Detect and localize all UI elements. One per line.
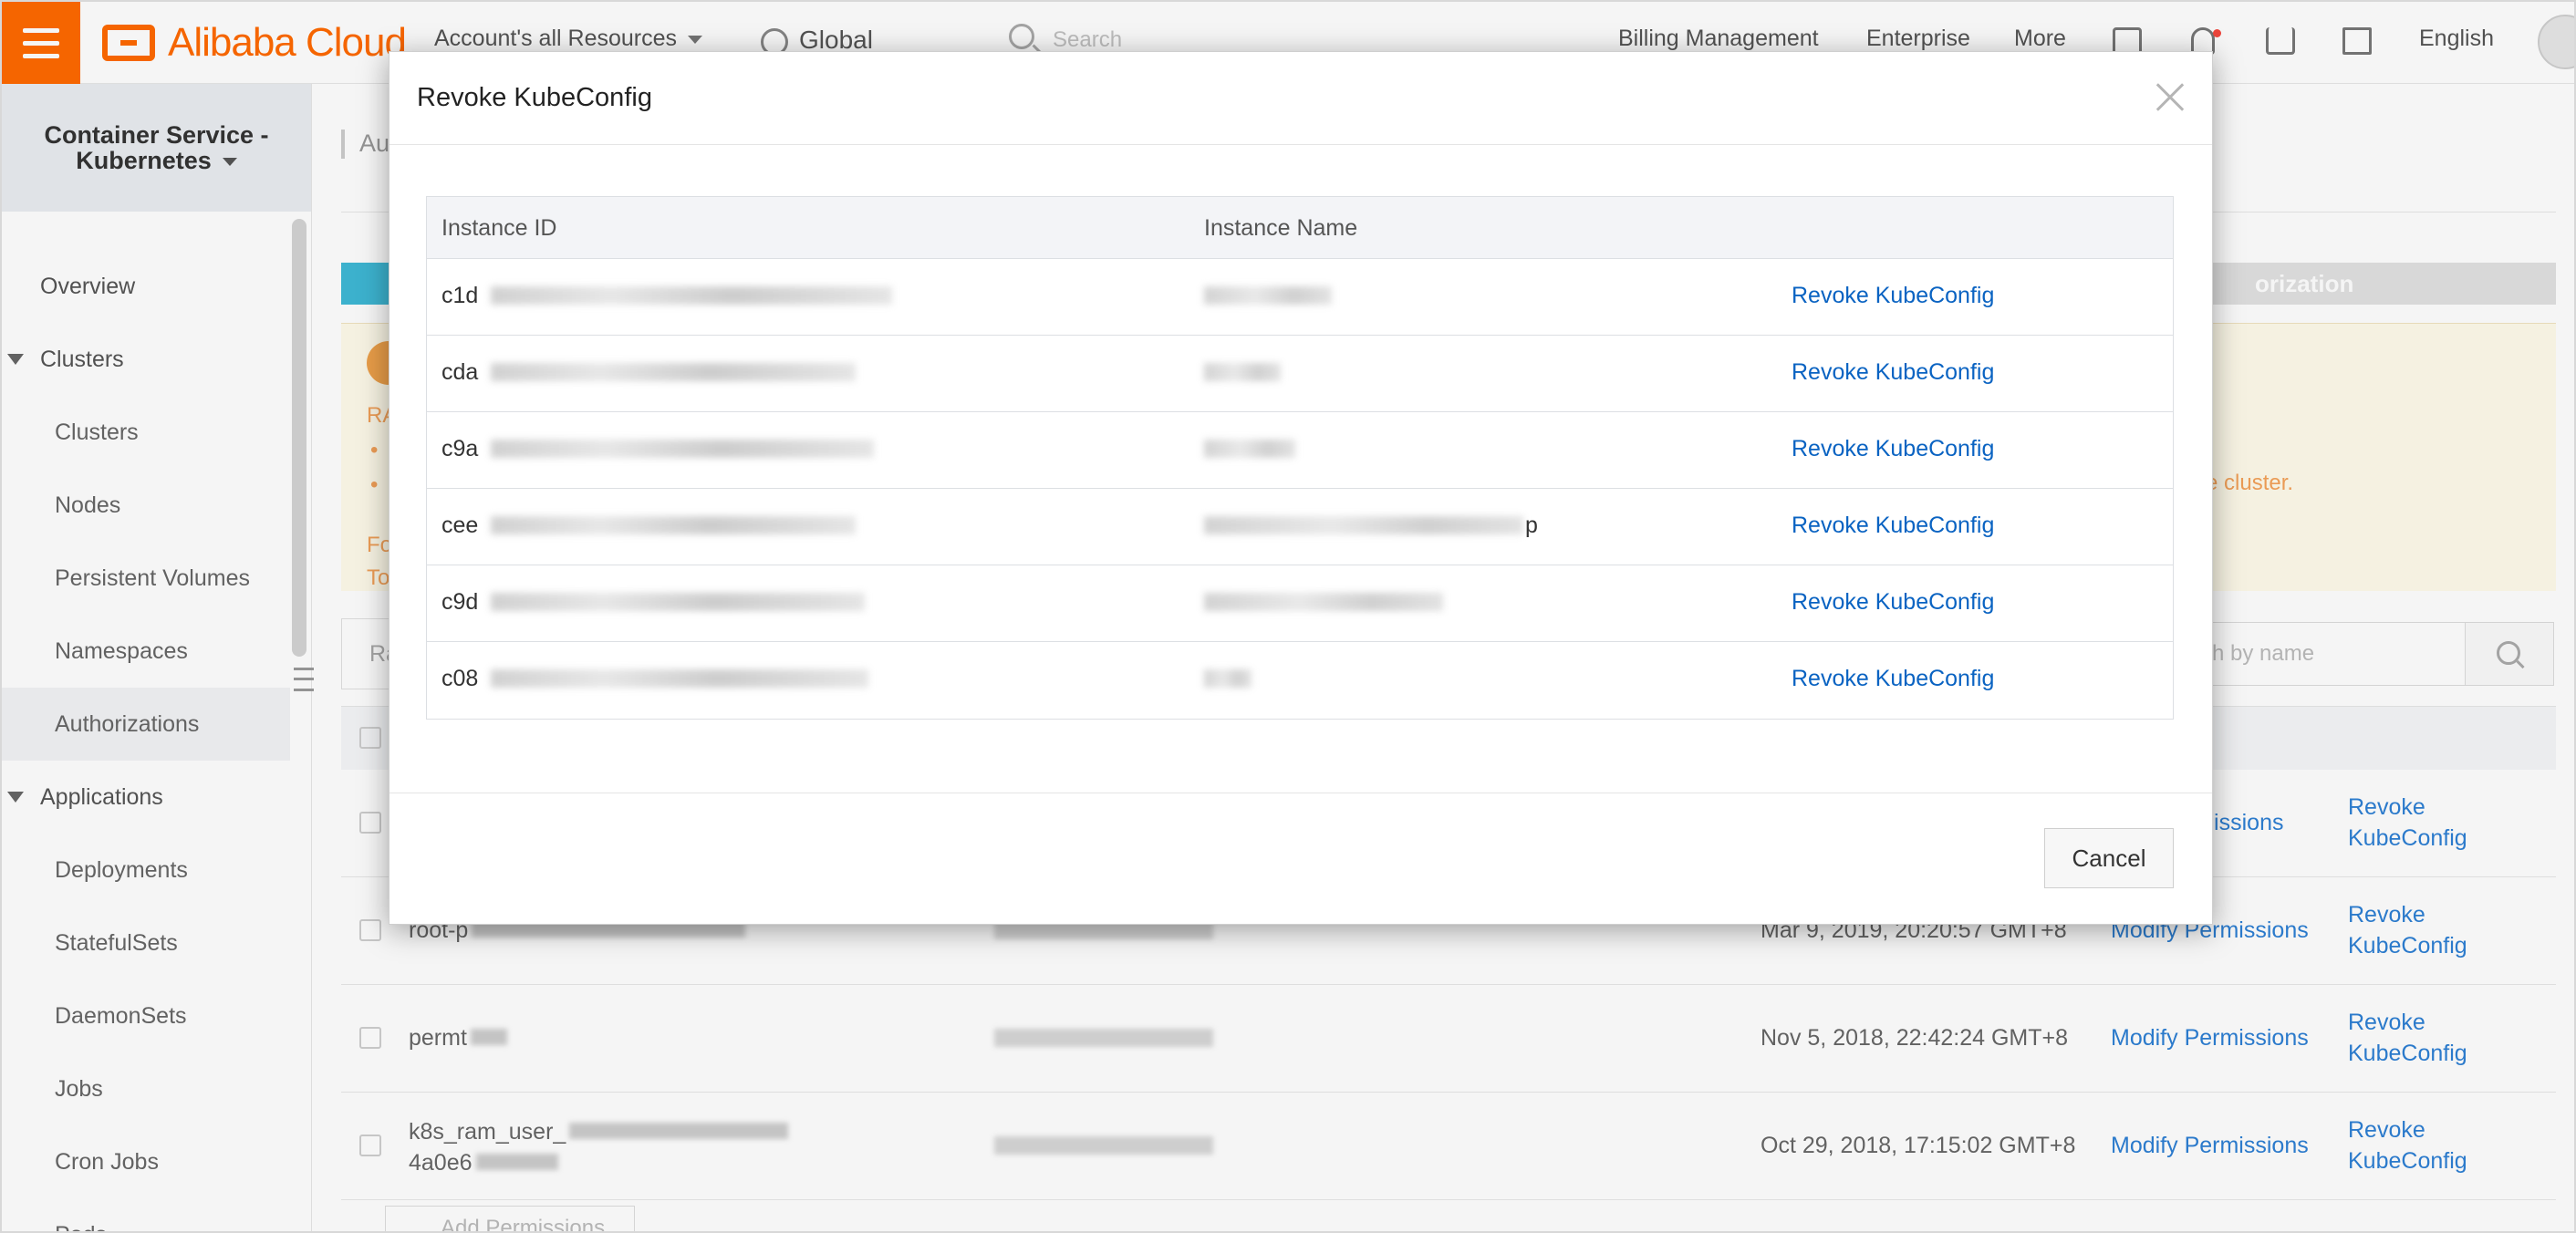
instance-id: c9d xyxy=(441,589,479,615)
dialog-footer: Cancel xyxy=(390,793,2212,926)
redacted-instance-id xyxy=(491,516,856,534)
table-row: c1d Revoke KubeConfig xyxy=(427,259,2173,336)
instance-id: c1d xyxy=(441,283,479,308)
redacted-instance-id xyxy=(491,669,868,688)
column-instance-id: Instance ID xyxy=(441,215,557,241)
table-row: cee p Revoke KubeConfig xyxy=(427,489,2173,565)
redacted-instance-id xyxy=(491,286,892,305)
app-root: Alibaba Cloud Account's all Resources Gl… xyxy=(0,0,2576,1233)
revoke-kubeconfig-link[interactable]: Revoke KubeConfig xyxy=(1792,283,1994,309)
instance-table: Instance ID Instance Name c1d Revoke Kub… xyxy=(426,196,2174,720)
revoke-kubeconfig-link[interactable]: Revoke KubeConfig xyxy=(1792,589,1994,616)
instance-id: cee xyxy=(441,513,479,538)
table-row: cda Revoke KubeConfig xyxy=(427,336,2173,412)
redacted-instance-id xyxy=(491,593,865,611)
redacted-instance-name xyxy=(1204,516,1523,534)
revoke-kubeconfig-link[interactable]: Revoke KubeConfig xyxy=(1792,436,1994,462)
close-icon[interactable] xyxy=(2152,79,2188,116)
instance-table-header: Instance ID Instance Name xyxy=(427,197,2173,259)
revoke-kubeconfig-dialog: Revoke KubeConfig Instance ID Instance N… xyxy=(389,51,2213,925)
table-row: c9d Revoke KubeConfig xyxy=(427,565,2173,642)
column-instance-name: Instance Name xyxy=(1204,215,1358,241)
instance-id: c9a xyxy=(441,436,479,461)
redacted-instance-name xyxy=(1204,593,1443,611)
instance-id: c08 xyxy=(441,666,479,691)
cancel-button[interactable]: Cancel xyxy=(2044,828,2174,888)
dialog-header: Revoke KubeConfig xyxy=(390,52,2212,145)
revoke-kubeconfig-link[interactable]: Revoke KubeConfig xyxy=(1792,359,1994,386)
redacted-instance-id xyxy=(491,363,856,381)
redacted-instance-name xyxy=(1204,363,1281,381)
table-row: c9a Revoke KubeConfig xyxy=(427,412,2173,489)
redacted-instance-name xyxy=(1204,440,1295,458)
redacted-instance-name xyxy=(1204,286,1332,305)
revoke-kubeconfig-link[interactable]: Revoke KubeConfig xyxy=(1792,666,1994,692)
revoke-kubeconfig-link[interactable]: Revoke KubeConfig xyxy=(1792,513,1994,539)
instance-name-fragment: p xyxy=(1525,513,1538,538)
redacted-instance-name xyxy=(1204,669,1252,688)
redacted-instance-id xyxy=(491,440,874,458)
instance-id: cda xyxy=(441,359,479,385)
table-row: c08 Revoke KubeConfig xyxy=(427,642,2173,719)
dialog-title: Revoke KubeConfig xyxy=(417,83,652,112)
